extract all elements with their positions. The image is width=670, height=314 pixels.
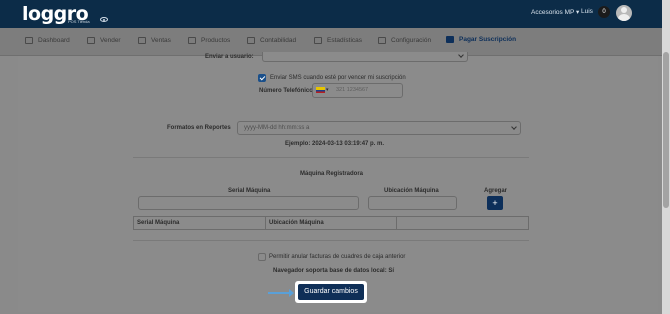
user-name[interactable]: Luis xyxy=(581,8,593,15)
nav-item-ventas[interactable]: Ventas xyxy=(138,37,171,44)
nav-item-pagar-suscripcion[interactable]: Pagar Suscripción xyxy=(446,36,516,43)
logo-subtitle: POS Tienda xyxy=(68,19,90,24)
gear-icon xyxy=(378,37,386,44)
arrow-right-icon xyxy=(268,289,294,297)
dollar-icon xyxy=(138,37,146,44)
eye-icon[interactable] xyxy=(100,17,108,22)
local-db-support: Navegador soporta base de datos local: S… xyxy=(273,268,395,274)
cancel-invoices-checkbox[interactable] xyxy=(258,253,266,261)
nav-item-contabilidad[interactable]: Contabilidad xyxy=(247,37,296,44)
nav-item-dashboard[interactable]: Dashboard xyxy=(25,37,70,44)
add-register-button[interactable]: + xyxy=(487,196,503,210)
table-header: Ubicación Máquina xyxy=(266,217,397,229)
account-menu[interactable]: Accesorios MP ▾ xyxy=(531,8,579,16)
box-icon xyxy=(188,37,196,44)
chevron-down-icon xyxy=(458,52,464,58)
top-bar: loggro POS Tienda Accesorios MP ▾ Luis 0 xyxy=(0,0,662,28)
ledger-icon xyxy=(247,37,255,44)
nav-item-estadisticas[interactable]: Estadísticas xyxy=(314,37,362,44)
avatar[interactable] xyxy=(616,5,632,21)
chevron-down-icon xyxy=(511,124,517,130)
registers-table: Serial Máquina Ubicación Máquina xyxy=(133,216,529,230)
chart-icon xyxy=(314,37,322,44)
report-format-select[interactable]: yyyy-MM-dd hh:mm:ss a xyxy=(237,121,521,135)
nav-label: Vender xyxy=(100,37,121,44)
scrollbar-thumb[interactable] xyxy=(663,52,669,208)
serial-input[interactable] xyxy=(138,196,359,210)
location-label: Ubicación Máquina xyxy=(384,188,439,194)
add-label: Agregar xyxy=(484,188,508,194)
send-to-user-label: Enviar a usuario: xyxy=(205,54,254,60)
nav-label: Contabilidad xyxy=(260,37,297,44)
table-header xyxy=(397,217,528,229)
location-input[interactable] xyxy=(368,196,457,210)
report-format-label: Formatos en Reportes xyxy=(167,125,231,131)
sms-checkbox[interactable] xyxy=(258,74,266,82)
send-to-user-select[interactable] xyxy=(262,52,468,62)
save-changes-button[interactable]: Guardar cambios xyxy=(298,284,364,300)
dashboard-icon xyxy=(25,37,33,44)
format-example: Ejemplo: 2024-03-13 03:19:47 p. m. xyxy=(285,141,385,147)
registers-title: Máquina Registradora xyxy=(300,171,364,177)
credit-card-icon xyxy=(446,36,454,43)
flag-colombia-icon[interactable] xyxy=(316,87,325,93)
table-header: Serial Máquina xyxy=(134,217,266,229)
report-format-value: yyyy-MM-dd hh:mm:ss a xyxy=(244,125,310,131)
nav-item-vender[interactable]: Vender xyxy=(87,37,121,44)
phone-input[interactable]: 321 1234567 xyxy=(336,87,368,93)
nav-label: Pagar Suscripción xyxy=(459,36,517,43)
serial-label: Serial Máquina xyxy=(228,188,271,194)
phone-label: Número Telefónico xyxy=(259,88,313,94)
divider xyxy=(133,157,529,158)
nav-item-productos[interactable]: Productos xyxy=(188,37,230,44)
nav-label: Dashboard xyxy=(38,37,70,44)
nav-label: Estadísticas xyxy=(327,37,363,44)
nav-item-configuracion[interactable]: Configuración xyxy=(378,37,431,44)
sms-checkbox-label: Enviar SMS cuando esté por vencer mi sus… xyxy=(270,75,406,81)
notification-badge[interactable]: 0 xyxy=(598,6,610,18)
divider xyxy=(133,240,529,241)
cancel-invoices-label: Permitir anular facturas de cuadres de c… xyxy=(269,254,406,260)
country-dropdown[interactable]: ▾ xyxy=(326,87,329,93)
cart-icon xyxy=(87,37,95,44)
nav-label: Productos xyxy=(201,37,231,44)
nav-label: Configuración xyxy=(391,37,432,44)
nav-label: Ventas xyxy=(151,37,171,44)
